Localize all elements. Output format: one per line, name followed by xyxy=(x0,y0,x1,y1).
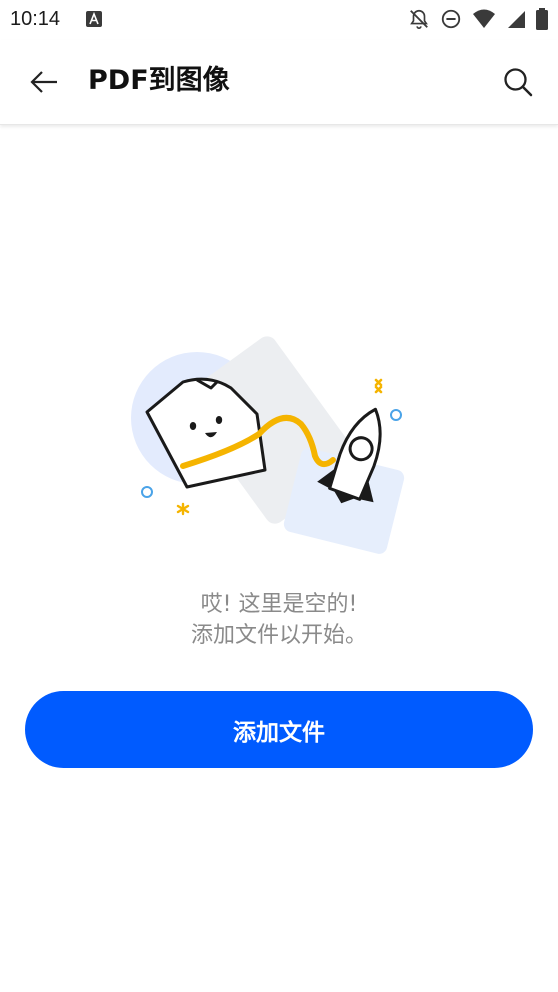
page-title: PDF到图像 xyxy=(88,65,230,96)
bell-off-icon xyxy=(410,9,428,29)
ring-icon xyxy=(390,409,402,421)
status-bar: 10:14 xyxy=(0,0,558,40)
add-files-button-label: 添加文件 xyxy=(233,719,325,746)
font-notification-icon xyxy=(86,11,102,27)
status-time: 10:14 xyxy=(10,8,61,30)
empty-state-title: 哎! 这里是空的! xyxy=(200,592,358,617)
search-icon xyxy=(504,68,533,97)
add-files-button[interactable]: 添加文件 xyxy=(25,691,533,768)
app-bar: PDF到图像 xyxy=(0,40,558,125)
sparkle-icon xyxy=(374,378,383,394)
battery-icon xyxy=(536,8,548,30)
cellular-signal-icon xyxy=(508,11,525,28)
ring-icon xyxy=(141,486,153,498)
asterisk-icon xyxy=(176,502,190,516)
empty-state-subtitle: 添加文件以开始。 xyxy=(190,623,367,648)
arrow-left-icon xyxy=(30,71,57,93)
search-button[interactable] xyxy=(496,60,540,104)
back-button[interactable] xyxy=(24,62,64,102)
empty-state-illustration xyxy=(131,336,405,554)
wifi-icon xyxy=(473,9,495,28)
do-not-disturb-icon xyxy=(441,9,461,29)
status-icons xyxy=(408,8,548,30)
